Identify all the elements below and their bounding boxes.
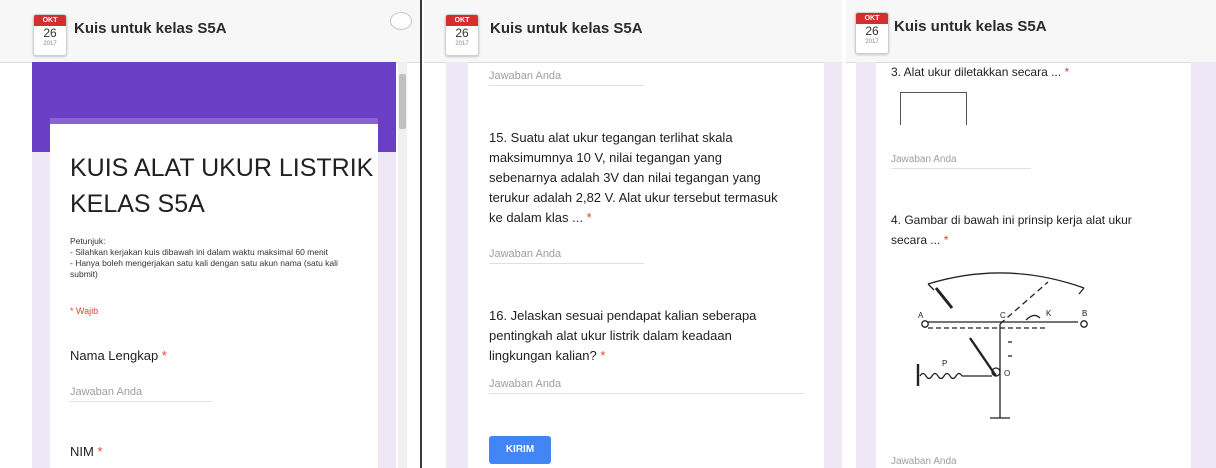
form-margin-left — [446, 62, 468, 468]
question-16: 16. Jelaskan sesuai pendapat kalian sebe… — [489, 306, 819, 366]
calendar-day: 26 — [455, 26, 469, 40]
scale-tick — [927, 283, 935, 291]
angle-arc — [1025, 314, 1041, 321]
app-title: Kuis untuk kelas S5A — [74, 20, 227, 37]
spring-coil — [919, 372, 963, 380]
answer-input-15[interactable]: Jawaban Anda — [489, 248, 644, 264]
scrollbar[interactable] — [398, 62, 407, 468]
instruction-line: submit) — [70, 269, 98, 279]
label-a: A — [918, 311, 924, 320]
app-title: Kuis untuk kelas S5A — [894, 18, 1047, 35]
required-star: * — [1064, 65, 1070, 79]
calendar-month: OKT — [856, 13, 888, 24]
question-label: 3. Alat ukur diletakkan secara ... — [891, 65, 1062, 79]
calendar-day: 26 — [865, 24, 879, 38]
question-nama-lengkap: Nama Lengkap * — [70, 346, 167, 366]
question-label: Nama Lengkap — [70, 348, 159, 363]
form-title-line: KUIS ALAT UKUR LISTRIK — [70, 154, 374, 182]
instruction-line: - Hanya boleh mengerjakan satu kali deng… — [70, 258, 338, 268]
question-line: sebenarnya adalah 3V dan nilai tegangan … — [489, 170, 761, 185]
calendar-icon: OKT 26 2017 — [855, 12, 889, 54]
question-label: NIM — [70, 444, 94, 459]
form-panel-images: OKT 26 2017 Kuis untuk kelas S5A 3. Alat… — [846, 0, 1216, 468]
answer-input-prev[interactable]: Jawaban Anda — [489, 70, 644, 86]
form-margin-right — [1191, 62, 1216, 468]
instructions: Petunjuk: - Silahkan kerjakan kuis dibaw… — [70, 236, 370, 280]
pointer-dashed — [999, 281, 1049, 325]
calendar-day: 26 — [43, 26, 57, 40]
needle — [934, 287, 954, 309]
answer-input-3[interactable]: Jawaban Anda — [891, 154, 1031, 169]
scrollbar-thumb[interactable] — [399, 74, 406, 129]
required-star: * — [943, 233, 949, 247]
question-line: 16. Jelaskan sesuai pendapat kalian sebe… — [489, 308, 757, 323]
app-header: OKT 26 2017 Kuis untuk kelas S5A — [0, 0, 420, 63]
calendar-year: 2017 — [43, 41, 57, 47]
question-line: maksimumnya 10 V, nilai tegangan yang — [489, 150, 722, 165]
pivot-a — [921, 320, 929, 328]
question-3: 3. Alat ukur diletakkan secara ... * — [891, 62, 1069, 82]
submit-button[interactable]: KIRIM — [489, 436, 551, 464]
question-line: secara ... — [891, 233, 941, 247]
comment-icon[interactable] — [390, 12, 412, 30]
calendar-icon: OKT 26 2017 — [33, 14, 67, 56]
form-title-line: KELAS S5A — [70, 190, 205, 218]
instruction-line: - Silahkan kerjakan kuis dibawah ini dal… — [70, 247, 328, 257]
form-margin-left — [856, 62, 876, 468]
instrument-diagram: A B C K P O — [916, 272, 1088, 419]
question-line: terukur adalah 2,82 V. Alat ukur tersebu… — [489, 190, 778, 205]
question-image — [900, 92, 967, 125]
label-k: K — [1046, 309, 1052, 318]
scale-arc — [927, 272, 1085, 289]
question-line: ke dalam klas ... — [489, 210, 583, 225]
calendar-month: OKT — [34, 15, 66, 26]
label-o: O — [1004, 369, 1010, 378]
question-line: pentingkah alat ukur listrik dalam keada… — [489, 328, 732, 343]
question-line: 4. Gambar di bawah ini prinsip kerja ala… — [891, 213, 1132, 227]
app-title: Kuis untuk kelas S5A — [490, 20, 643, 37]
required-star: * — [586, 210, 592, 225]
calendar-icon: OKT 26 2017 — [445, 14, 479, 56]
answer-input-16[interactable]: Jawaban Anda — [489, 378, 804, 394]
form-panel-questions: OKT 26 2017 Kuis untuk kelas S5A Jawaban… — [424, 0, 842, 468]
question-nim: NIM * — [70, 442, 103, 462]
question-line: lingkungan kalian? — [489, 348, 597, 363]
required-star: * — [97, 444, 103, 459]
required-star: * — [161, 348, 167, 363]
label-b: B — [1082, 309, 1087, 318]
app-header: OKT 26 2017 Kuis untuk kelas S5A — [846, 0, 1216, 63]
app-header: OKT 26 2017 Kuis untuk kelas S5A — [424, 0, 842, 63]
answer-input-4[interactable]: Jawaban Anda — [891, 456, 1031, 468]
label-c: C — [1000, 311, 1006, 320]
calendar-year: 2017 — [865, 39, 879, 45]
form-margin-right — [824, 62, 842, 468]
question-line: 15. Suatu alat ukur tegangan terlihat sk… — [489, 130, 733, 145]
scale-tick — [1078, 287, 1085, 295]
form-title: KUIS ALAT UKUR LISTRIK KELAS S5A — [70, 150, 373, 222]
form-panel-intro: OKT 26 2017 Kuis untuk kelas S5A KUIS AL… — [0, 0, 422, 468]
question-4: 4. Gambar di bawah ini prinsip kerja ala… — [891, 210, 1186, 250]
calendar-year: 2017 — [455, 41, 469, 47]
instruction-line: Petunjuk: — [70, 236, 106, 246]
required-note: * Wajib — [70, 306, 99, 316]
label-p: P — [942, 359, 947, 368]
calendar-month: OKT — [446, 15, 478, 26]
answer-input-nama[interactable]: Jawaban Anda — [70, 386, 212, 402]
required-star: * — [600, 348, 606, 363]
pivot-b — [1080, 320, 1088, 328]
question-15: 15. Suatu alat ukur tegangan terlihat sk… — [489, 128, 819, 228]
